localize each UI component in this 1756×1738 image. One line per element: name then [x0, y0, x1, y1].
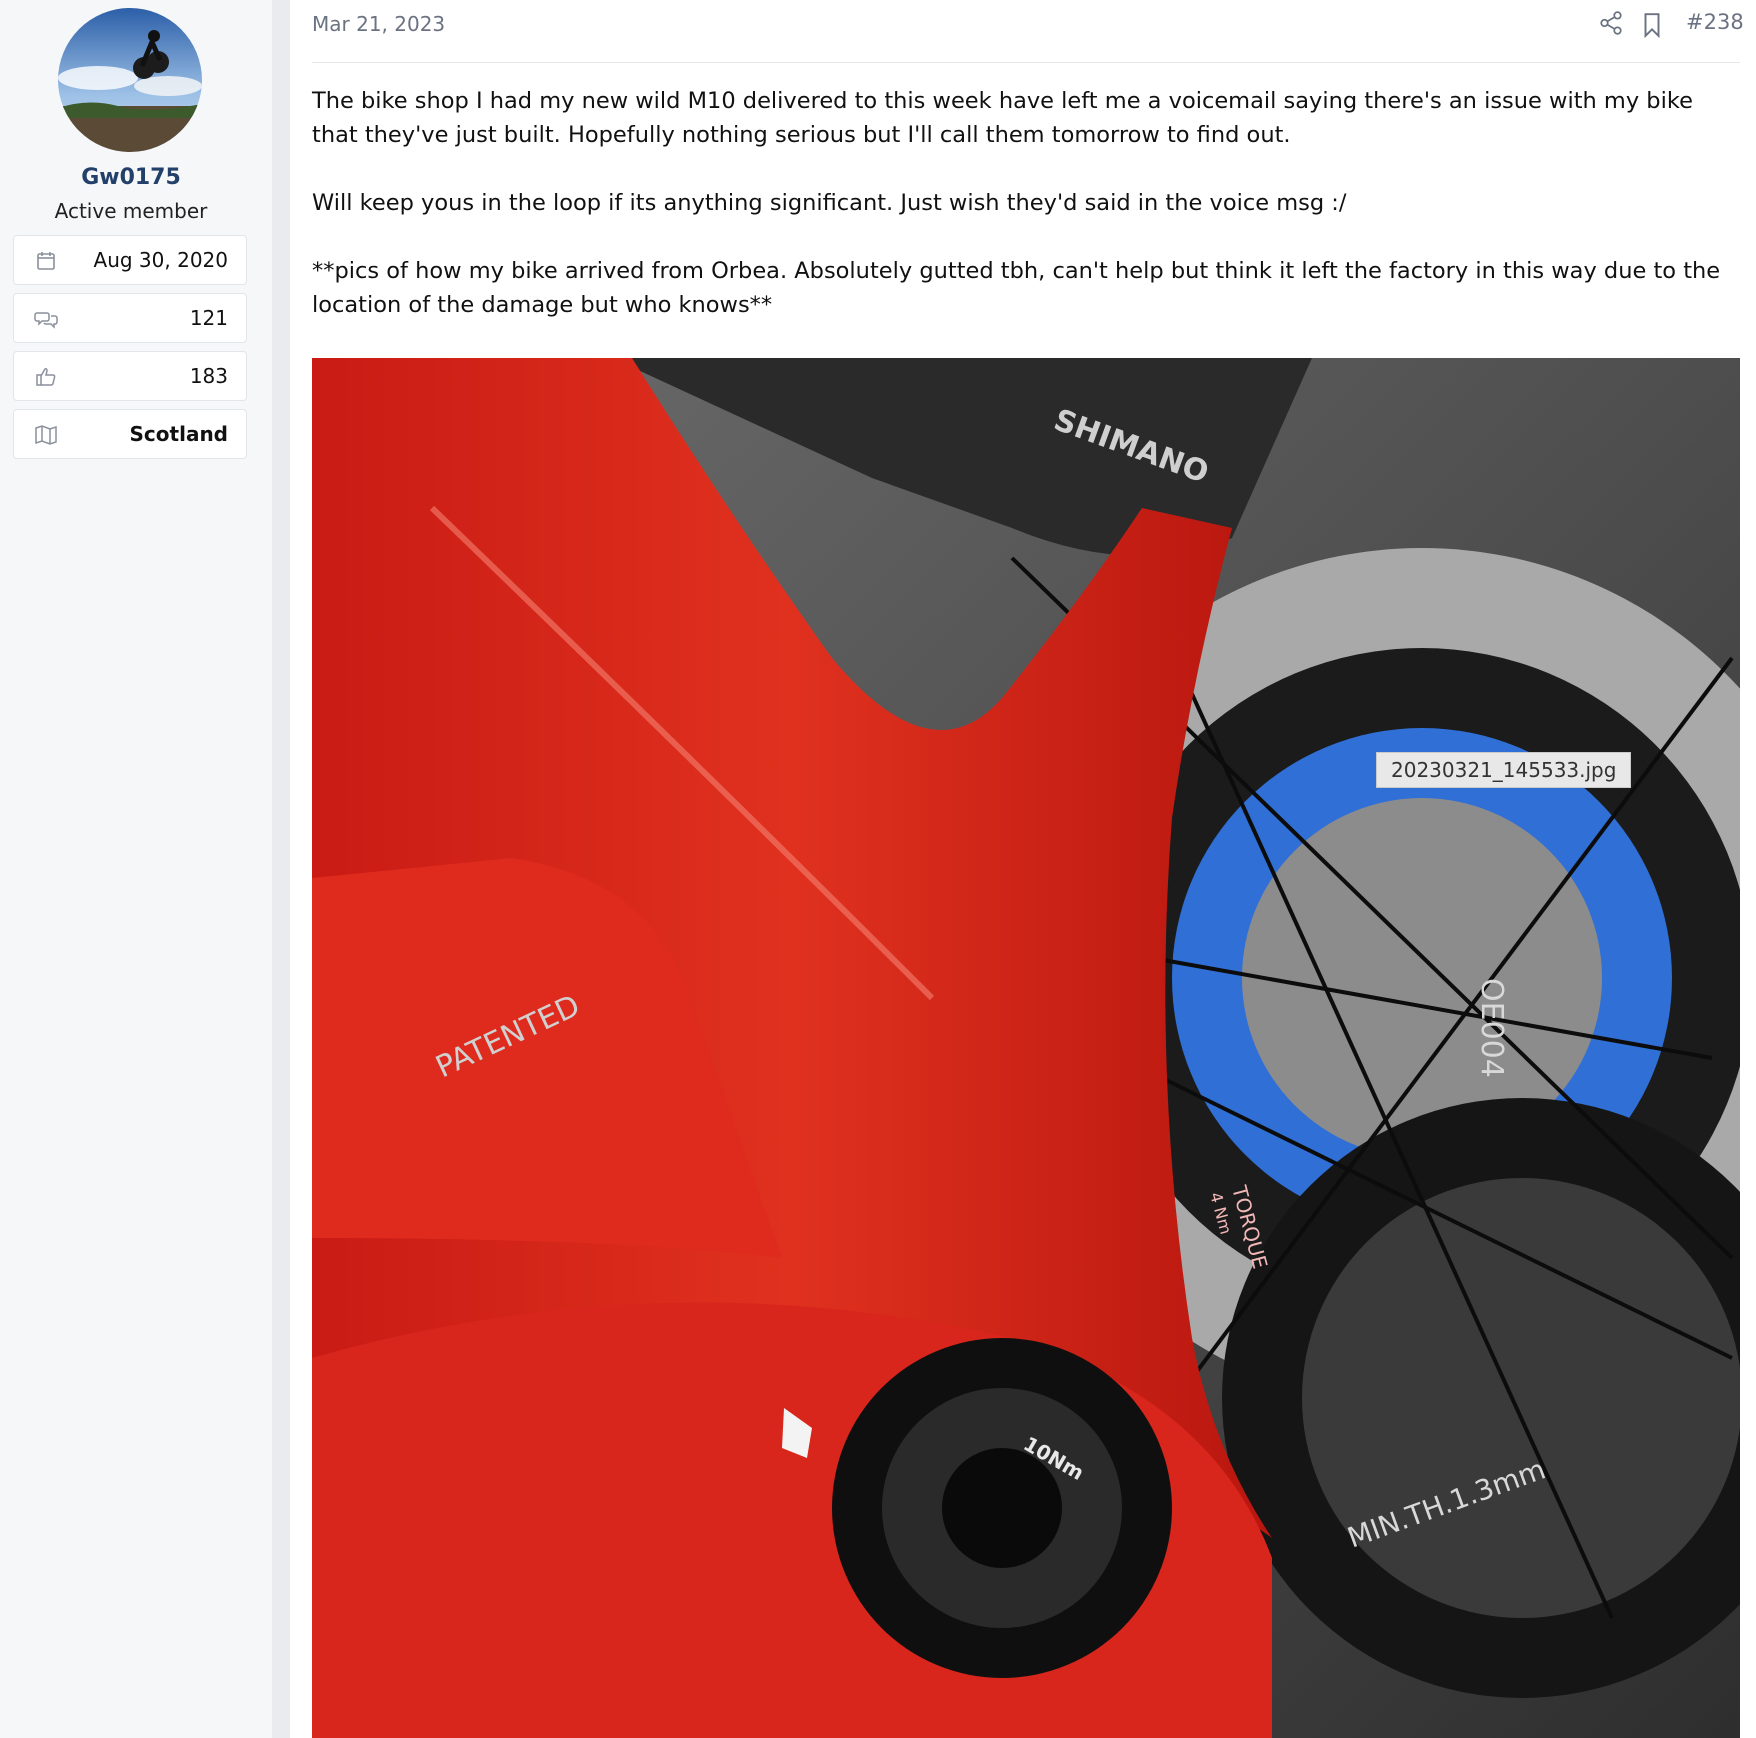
joined-date: Aug 30, 2020 [93, 248, 228, 272]
map-icon [35, 425, 57, 445]
bike-frame-photo: SHIMANO PATENTED OE004 TORQUE 4 Nm 10Nm … [312, 358, 1740, 1738]
chat-bubbles-icon [34, 312, 58, 329]
calendar-icon [37, 252, 55, 270]
message-count[interactable]: 121 [190, 306, 228, 330]
attachment-filename-tooltip: 20230321_145533.jpg [1376, 752, 1632, 788]
photo-text-code: OE004 [1474, 978, 1509, 1078]
stat-messages: 121 [13, 293, 247, 343]
stat-reactions: 183 [13, 351, 247, 401]
user-info-column: Gw0175 Active member Aug 30, 2020 121 18… [0, 0, 272, 1738]
location[interactable]: Scotland [130, 422, 228, 446]
avatar[interactable] [58, 8, 202, 152]
post-number[interactable]: #238 [1686, 10, 1744, 34]
thumbs-up-icon [36, 368, 56, 386]
share-icon[interactable] [1598, 10, 1624, 36]
post-paragraph: **pics of how my bike arrived from Orbea… [312, 258, 1721, 318]
stat-joined: Aug 30, 2020 [13, 235, 247, 285]
reaction-score: 183 [189, 364, 228, 388]
stat-location: Scotland [13, 409, 247, 459]
post-date[interactable]: Mar 21, 2023 [312, 12, 445, 36]
header-divider [312, 62, 1740, 63]
user-title: Active member [54, 199, 208, 223]
post-paragraph: Will keep yous in the loop if its anythi… [312, 190, 1347, 216]
bookmark-icon[interactable] [1641, 12, 1663, 38]
post-paragraph: The bike shop I had my new wild M10 deli… [312, 88, 1693, 148]
avatar-image [58, 8, 202, 152]
column-divider [272, 0, 290, 1738]
post-body: The bike shop I had my new wild M10 deli… [312, 84, 1732, 356]
username[interactable]: Gw0175 [0, 165, 262, 190]
attachment-image[interactable]: SHIMANO PATENTED OE004 TORQUE 4 Nm 10Nm … [312, 358, 1740, 1738]
